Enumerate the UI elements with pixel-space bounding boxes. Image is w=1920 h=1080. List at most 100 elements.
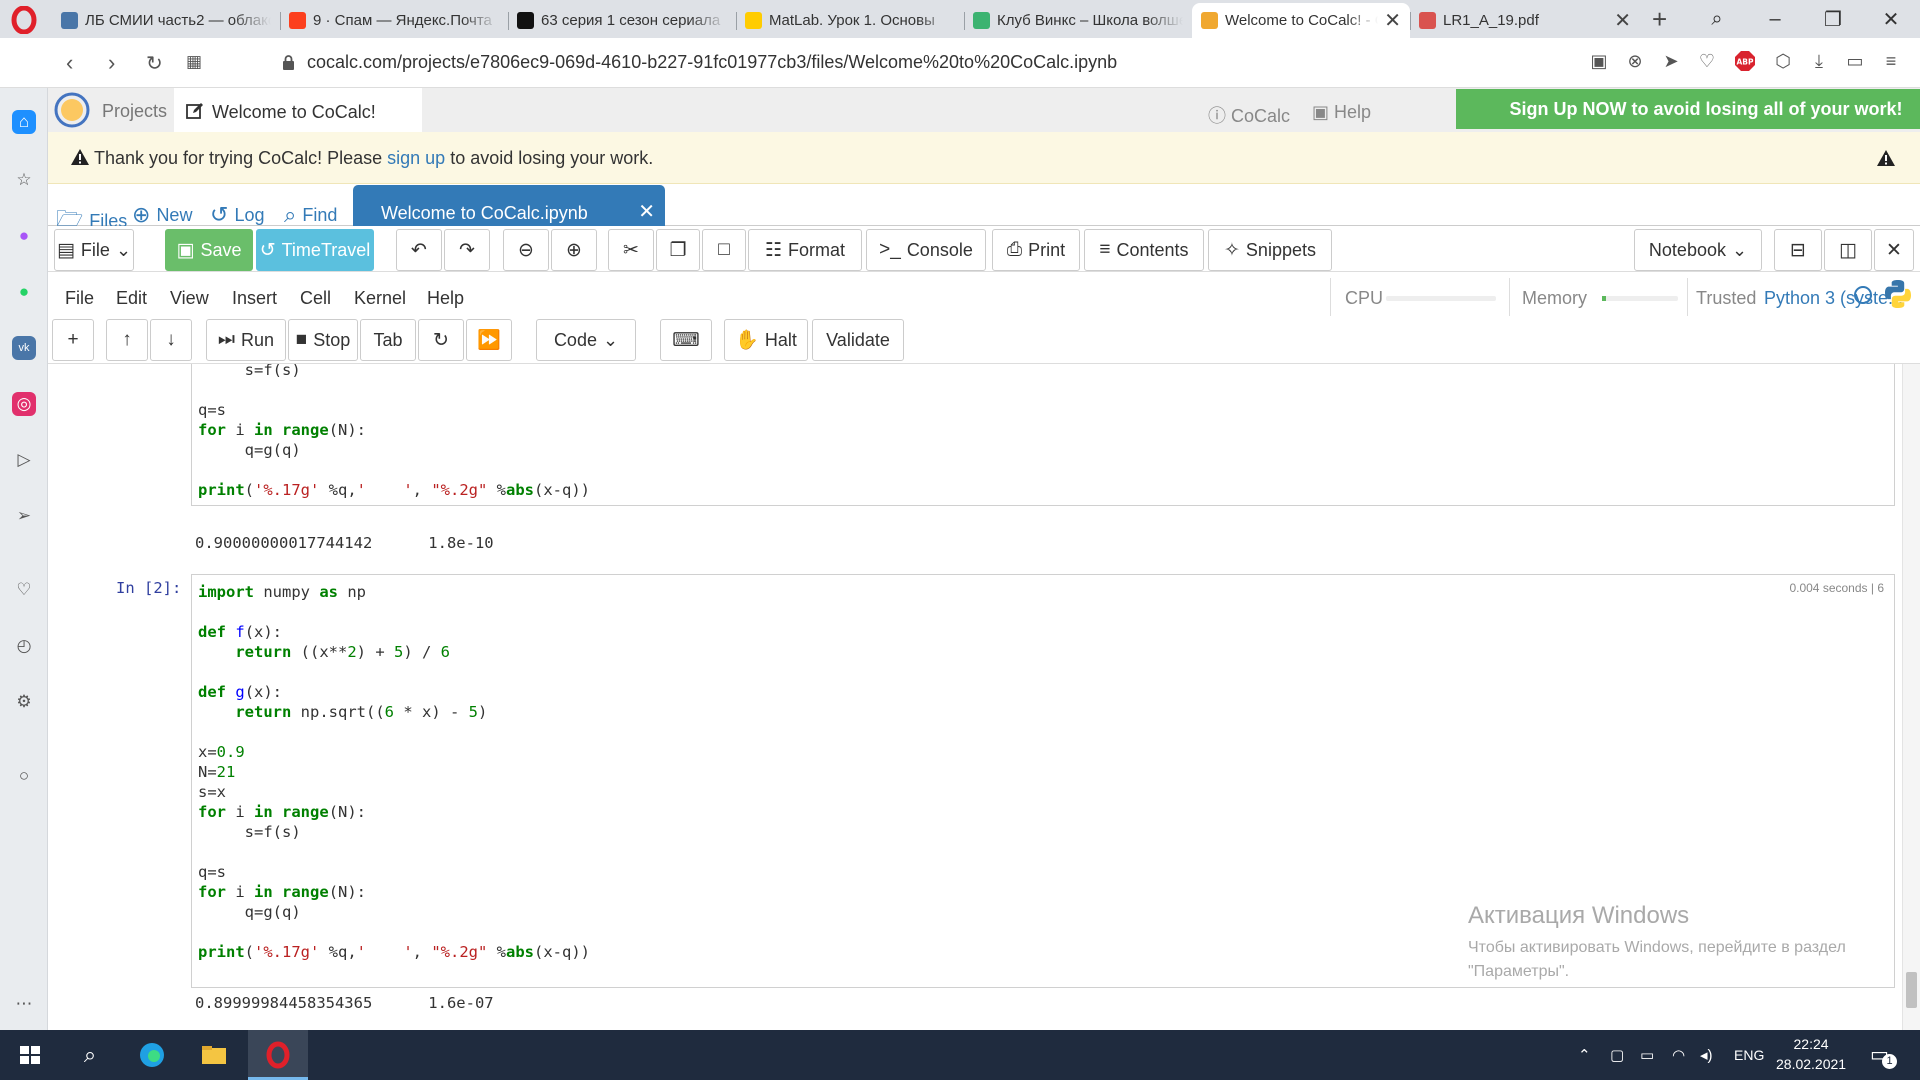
move-down-button[interactable]: ↓ — [150, 319, 192, 361]
keyboard-button[interactable]: ⌨ — [660, 319, 712, 361]
file-tab[interactable]: Welcome to CoCalc! — [174, 88, 422, 132]
validate-button[interactable]: Validate — [812, 319, 904, 361]
browser-tab[interactable]: LR1_A_19.pdf ✕ — [1410, 3, 1640, 38]
menu-edit[interactable]: Edit — [116, 288, 147, 309]
tab-button[interactable]: Tab — [360, 319, 416, 361]
opera-taskbar-button[interactable] — [248, 1030, 308, 1080]
format-button[interactable]: ☷ Format — [748, 229, 862, 271]
menu-cell[interactable]: Cell — [300, 288, 331, 309]
close-tab-icon[interactable]: ✕ — [1384, 8, 1401, 33]
browser-tab[interactable]: Клуб Винкс – Школа волшебниц — [964, 3, 1192, 38]
heart-icon[interactable]: ♡ — [1696, 50, 1718, 72]
flow-icon[interactable]: ➢ — [12, 504, 36, 528]
cocalc-logo-icon[interactable] — [53, 91, 91, 129]
insert-cell-button[interactable]: + — [52, 319, 94, 361]
scrollbar-thumb[interactable] — [1906, 972, 1917, 1008]
restore-icon[interactable]: ❐ — [1804, 7, 1862, 32]
cube-icon[interactable]: ⬡ — [1772, 50, 1794, 72]
bookmark-icon[interactable]: ☆ — [12, 168, 36, 192]
split-vertical-button[interactable]: ◫ — [1824, 229, 1872, 271]
undo-button[interactable]: ↶ — [396, 229, 442, 271]
tray-chevron-icon[interactable]: ⌃ — [1578, 1046, 1591, 1064]
browser-tab[interactable]: ЛБ СМИИ часть2 — облако — [52, 3, 280, 38]
whatsapp-icon[interactable]: ● — [12, 280, 36, 304]
tips-icon[interactable]: ○ — [12, 764, 36, 788]
snippets-button[interactable]: ✧ Snippets — [1208, 229, 1332, 271]
paste-button[interactable]: □ — [702, 229, 746, 271]
file-explorer-icon[interactable] — [200, 1041, 228, 1069]
close-window-icon[interactable]: ✕ — [1862, 7, 1920, 32]
new-tab-plus-icon[interactable]: + — [1652, 4, 1667, 35]
menu-view[interactable]: View — [170, 288, 209, 309]
cut-button[interactable]: ✂ — [608, 229, 654, 271]
more-icon[interactable]: ⋯ — [12, 992, 36, 1016]
favorites-icon[interactable]: ♡ — [12, 578, 36, 602]
browser-tab[interactable]: 63 серия 1 сезон сериала — [508, 3, 736, 38]
menu-help[interactable]: Help — [427, 288, 464, 309]
redo-button[interactable]: ↷ — [444, 229, 490, 271]
instagram-icon[interactable]: ◎ — [12, 392, 36, 416]
run-all-button[interactable]: ⏩ — [466, 319, 512, 361]
new-link[interactable]: ⊕ New — [132, 202, 192, 228]
code-cell-2-source[interactable]: import numpy as np def f(x): return ((x*… — [198, 582, 590, 962]
run-button[interactable]: ⏭ Run — [206, 319, 286, 361]
minimize-icon[interactable]: – — [1746, 8, 1804, 31]
log-link[interactable]: ↺ Log — [210, 202, 264, 228]
projects-link[interactable]: Projects — [102, 101, 167, 122]
adblock-icon[interactable]: ABP — [1732, 50, 1758, 72]
menu-kernel[interactable]: Kernel — [354, 288, 406, 309]
opera-logo-icon[interactable] — [10, 6, 38, 34]
vk-icon[interactable]: vk — [12, 336, 36, 360]
split-horizontal-button[interactable]: ⊟ — [1774, 229, 1822, 271]
banner-signup-link[interactable]: sign up — [387, 148, 445, 168]
reload-icon[interactable]: ↻ — [146, 51, 163, 76]
search-icon[interactable]: ⌕ — [76, 1041, 104, 1069]
close-tab-icon[interactable]: ✕ — [638, 199, 655, 224]
halt-button[interactable]: ✋ Halt — [724, 319, 808, 361]
windows-start-icon[interactable] — [16, 1041, 44, 1069]
history-icon[interactable]: ◴ — [12, 634, 36, 658]
tray-device-icon[interactable]: ▢ — [1610, 1046, 1624, 1064]
restart-button[interactable]: ↻ — [418, 319, 464, 361]
url-field[interactable]: cocalc.com/projects/e7806ec9-069d-4610-b… — [282, 52, 1117, 73]
battery-icon[interactable]: ▭ — [1844, 50, 1866, 72]
help-link[interactable]: ▣ Help — [1312, 102, 1371, 123]
contents-button[interactable]: ≡ Contents — [1084, 229, 1204, 271]
copy-button[interactable]: ❐ — [656, 229, 700, 271]
edge-icon[interactable] — [138, 1041, 166, 1069]
settings-icon[interactable]: ⚙ — [12, 690, 36, 714]
home-icon[interactable]: ⌂ — [12, 110, 36, 134]
stop-button[interactable]: ■ Stop — [288, 319, 358, 361]
timetravel-button[interactable]: ↺ TimeTravel — [256, 229, 374, 271]
browser-tab[interactable]: MatLab. Урок 1. Основы — [736, 3, 964, 38]
menu-file[interactable]: File — [65, 288, 94, 309]
file-menu-button[interactable]: ▤ File ⌄ — [54, 229, 134, 271]
send-icon[interactable]: ➤ — [1660, 50, 1682, 72]
search-tabs-icon[interactable]: ⌕ — [1688, 8, 1746, 31]
cell-type-select[interactable]: Code ⌄ — [536, 319, 636, 361]
banner-close-warning-icon[interactable] — [1876, 149, 1896, 167]
cocalc-info-link[interactable]: ⓘ CoCalc — [1208, 102, 1290, 128]
messenger-icon[interactable]: ● — [12, 224, 36, 248]
save-button[interactable]: ▣ Save — [165, 229, 253, 271]
zoom-in-button[interactable]: ⊕ — [551, 229, 597, 271]
console-button[interactable]: >_ Console — [866, 229, 986, 271]
menu-insert[interactable]: Insert — [232, 288, 277, 309]
close-frame-button[interactable]: ✕ — [1874, 229, 1914, 271]
signup-button[interactable]: Sign Up NOW to avoid losing all of your … — [1456, 89, 1920, 129]
player-icon[interactable]: ▷ — [12, 448, 36, 472]
notebook-tab[interactable]: Welcome to CoCalc.ipynb ✕ — [353, 185, 665, 226]
forward-icon[interactable]: › — [108, 50, 115, 76]
browser-tab[interactable]: Welcome to CoCalc! - CoCalc ✕ — [1192, 3, 1410, 38]
back-icon[interactable]: ‹ — [66, 50, 73, 76]
tray-wifi-icon[interactable]: ◠ — [1672, 1046, 1685, 1064]
code-cell-1-source[interactable]: s=f(s) q=s for i in range(N): q=g(q) pri… — [198, 364, 590, 500]
tray-clock[interactable]: 22:24 28.02.2021 — [1776, 1034, 1846, 1074]
browser-tab[interactable]: 9 · Спам — Яндекс.Почта — [280, 3, 508, 38]
camera-icon[interactable]: ▣ — [1588, 50, 1610, 72]
tracker-block-icon[interactable]: ⊗ — [1624, 50, 1646, 72]
tray-battery-icon[interactable]: ▭ — [1640, 1046, 1654, 1064]
zoom-out-button[interactable]: ⊖ — [503, 229, 549, 271]
notebook-scrollbar[interactable] — [1902, 364, 1920, 1030]
download-icon[interactable]: ⤓ — [1808, 50, 1830, 72]
